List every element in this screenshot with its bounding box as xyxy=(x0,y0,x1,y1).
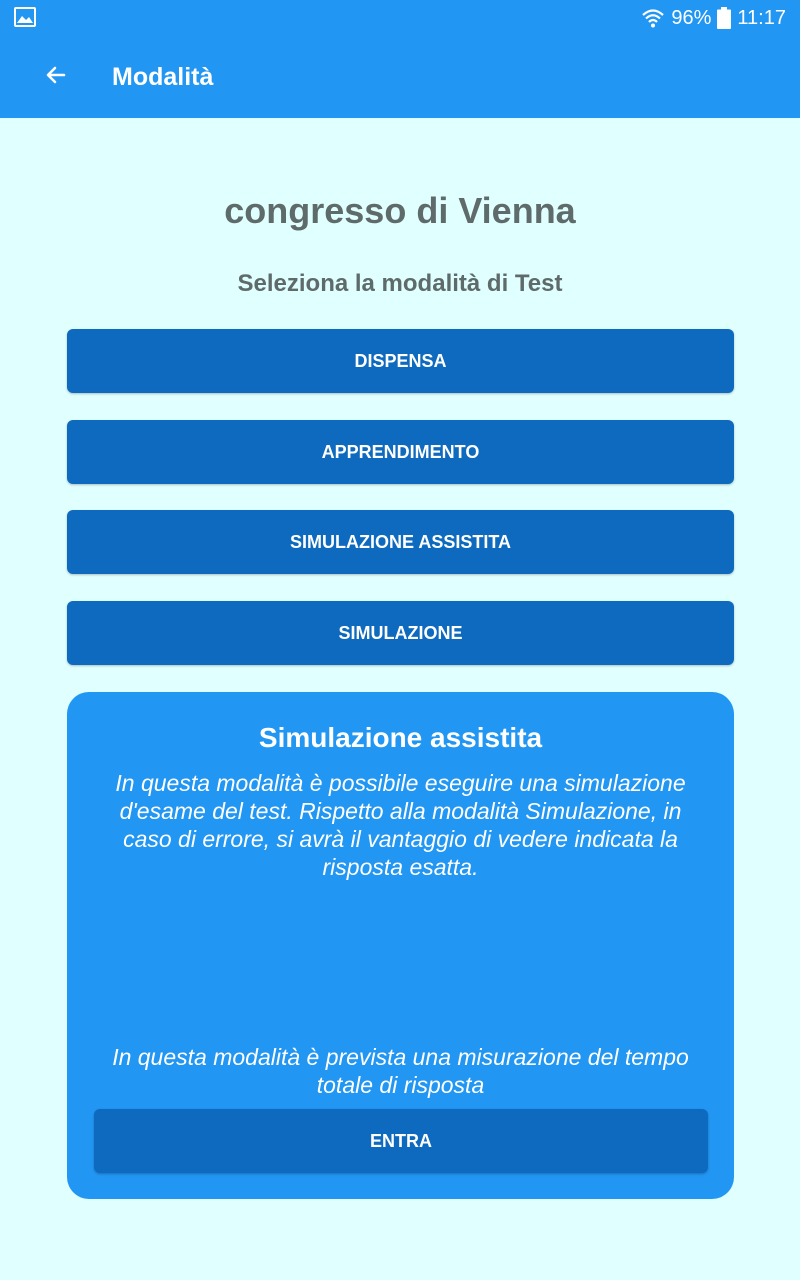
page-title: congresso di Vienna xyxy=(224,190,576,231)
image-icon xyxy=(14,7,36,27)
back-button[interactable] xyxy=(36,57,76,97)
clock: 11:17 xyxy=(737,6,786,29)
simulazione-button[interactable]: SIMULAZIONE xyxy=(67,601,734,665)
battery-icon xyxy=(717,7,732,29)
card-title: Simulazione assistita xyxy=(258,722,543,753)
card-note: In questa modalità è prevista una misura… xyxy=(112,1044,689,1098)
app-bar: Modalità xyxy=(0,36,800,118)
card-description: In questa modalità è possibile eseguire … xyxy=(115,770,686,880)
status-icons: 96% 11:17 xyxy=(641,0,786,36)
simulazione-assistita-button[interactable]: SIMULAZIONE ASSISTITA xyxy=(67,510,734,574)
battery-percent: 96% xyxy=(671,6,712,29)
wifi-icon xyxy=(641,7,665,29)
page-subtitle: Seleziona la modalità di Test xyxy=(237,270,563,297)
main-content: congresso di Vienna Seleziona la modalit… xyxy=(0,118,800,1280)
app-bar-title: Modalità xyxy=(112,63,214,91)
apprendimento-button[interactable]: APPRENDIMENTO xyxy=(67,420,734,484)
arrow-back-icon xyxy=(44,63,68,92)
mode-info-card: Simulazione assistita In questa modalità… xyxy=(67,692,734,1199)
status-bar: 96% 11:17 xyxy=(0,0,800,36)
enter-button[interactable]: ENTRA xyxy=(94,1109,708,1173)
dispensa-button[interactable]: DISPENSA xyxy=(67,329,734,393)
